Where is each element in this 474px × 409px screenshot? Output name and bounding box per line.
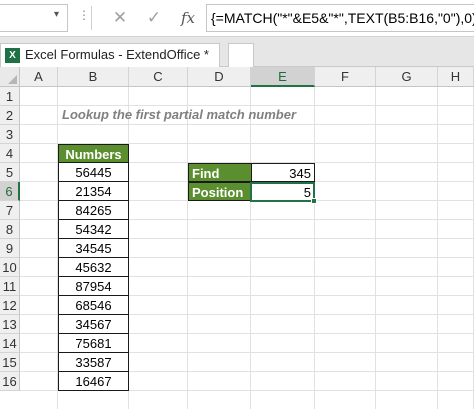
number-cell[interactable]: 16467 <box>58 372 129 391</box>
number-cell[interactable]: 56445 <box>58 163 129 182</box>
number-cell[interactable]: 21354 <box>58 182 129 201</box>
number-cell[interactable]: 34545 <box>58 239 129 258</box>
gridline <box>20 105 474 106</box>
number-cell[interactable]: 87954 <box>58 277 129 296</box>
find-label-cell[interactable]: Find <box>188 163 252 182</box>
workbook-tab[interactable]: X Excel Formulas - ExtendOffice * <box>0 43 220 67</box>
row-header-12[interactable]: 12 <box>0 296 20 315</box>
number-cell[interactable]: 33587 <box>58 353 129 372</box>
row-header-11[interactable]: 11 <box>0 277 20 296</box>
number-cell[interactable]: 75681 <box>58 334 129 353</box>
formula-bar: ▾ ⋮ ✕ ✓ fx {=MATCH("*"&E5&"*",TEXT(B5:B1… <box>0 0 474 37</box>
gridline <box>437 87 438 409</box>
column-header-d[interactable]: D <box>188 67 251 87</box>
row-header-13[interactable]: 13 <box>0 315 20 334</box>
row-header-16[interactable]: 16 <box>0 372 20 391</box>
formula-input[interactable]: {=MATCH("*"&E5&"*",TEXT(B5:B16,"0"),0)} <box>206 4 474 32</box>
insert-function-icon[interactable]: fx <box>176 6 200 30</box>
cancel-icon[interactable]: ✕ <box>108 6 132 30</box>
formula-bar-grip-icon[interactable]: ⋮ <box>78 8 90 22</box>
row-header-6[interactable]: 6 <box>0 182 20 201</box>
row-header-5[interactable]: 5 <box>0 163 20 182</box>
name-box-dropdown-icon[interactable]: ▾ <box>54 9 59 20</box>
column-header-a[interactable]: A <box>20 67 58 87</box>
find-value-cell[interactable]: 345 <box>251 163 315 182</box>
row-header-14[interactable]: 14 <box>0 334 20 353</box>
column-header-e[interactable]: E <box>251 67 315 87</box>
row-header-7[interactable]: 7 <box>0 201 20 220</box>
fill-handle[interactable] <box>311 198 317 204</box>
column-header-b[interactable]: B <box>58 67 129 87</box>
row-header-2[interactable]: 2 <box>0 106 20 125</box>
row-header-15[interactable]: 15 <box>0 353 20 372</box>
column-header-f[interactable]: F <box>315 67 376 87</box>
worksheet-grid: ABCDEFGH 1 2 3 4 5 6 7 8 9 10 11 12 13 14 15 16 Lookup … <box>0 67 474 409</box>
number-cell[interactable]: 45632 <box>58 258 129 277</box>
row-header-10[interactable]: 10 <box>0 258 20 277</box>
gridline <box>314 87 315 409</box>
column-header-h[interactable]: H <box>438 67 474 87</box>
row-header-8[interactable]: 8 <box>0 220 20 239</box>
active-cell-border <box>250 182 315 202</box>
numbers-header-cell[interactable]: Numbers <box>58 144 129 163</box>
row-header-3[interactable]: 3 <box>0 125 20 144</box>
workbook-tab-strip: X Excel Formulas - ExtendOffice * <box>0 37 474 67</box>
new-tab-button[interactable] <box>228 43 254 67</box>
gridline <box>187 87 188 409</box>
row-header-4[interactable]: 4 <box>0 144 20 163</box>
column-header-c[interactable]: C <box>129 67 188 87</box>
sheet-title: Lookup the first partial match number <box>62 107 297 122</box>
row-header-1[interactable]: 1 <box>0 87 20 106</box>
select-all-icon <box>8 75 17 84</box>
workbook-tab-label: Excel Formulas - ExtendOffice * <box>25 47 209 62</box>
gridline <box>250 87 251 409</box>
gridline <box>20 124 474 125</box>
select-all-button[interactable] <box>0 67 20 87</box>
column-header-g[interactable]: G <box>376 67 438 87</box>
row-header-9[interactable]: 9 <box>0 239 20 258</box>
gridline <box>375 87 376 409</box>
excel-icon: X <box>5 48 20 63</box>
number-cell[interactable]: 34567 <box>58 315 129 334</box>
number-cell[interactable]: 54342 <box>58 220 129 239</box>
number-cell[interactable]: 84265 <box>58 201 129 220</box>
enter-icon[interactable]: ✓ <box>142 6 166 30</box>
position-label-cell[interactable]: Position <box>188 182 252 201</box>
formula-bar-divider <box>91 6 92 30</box>
number-cell[interactable]: 68546 <box>58 296 129 315</box>
